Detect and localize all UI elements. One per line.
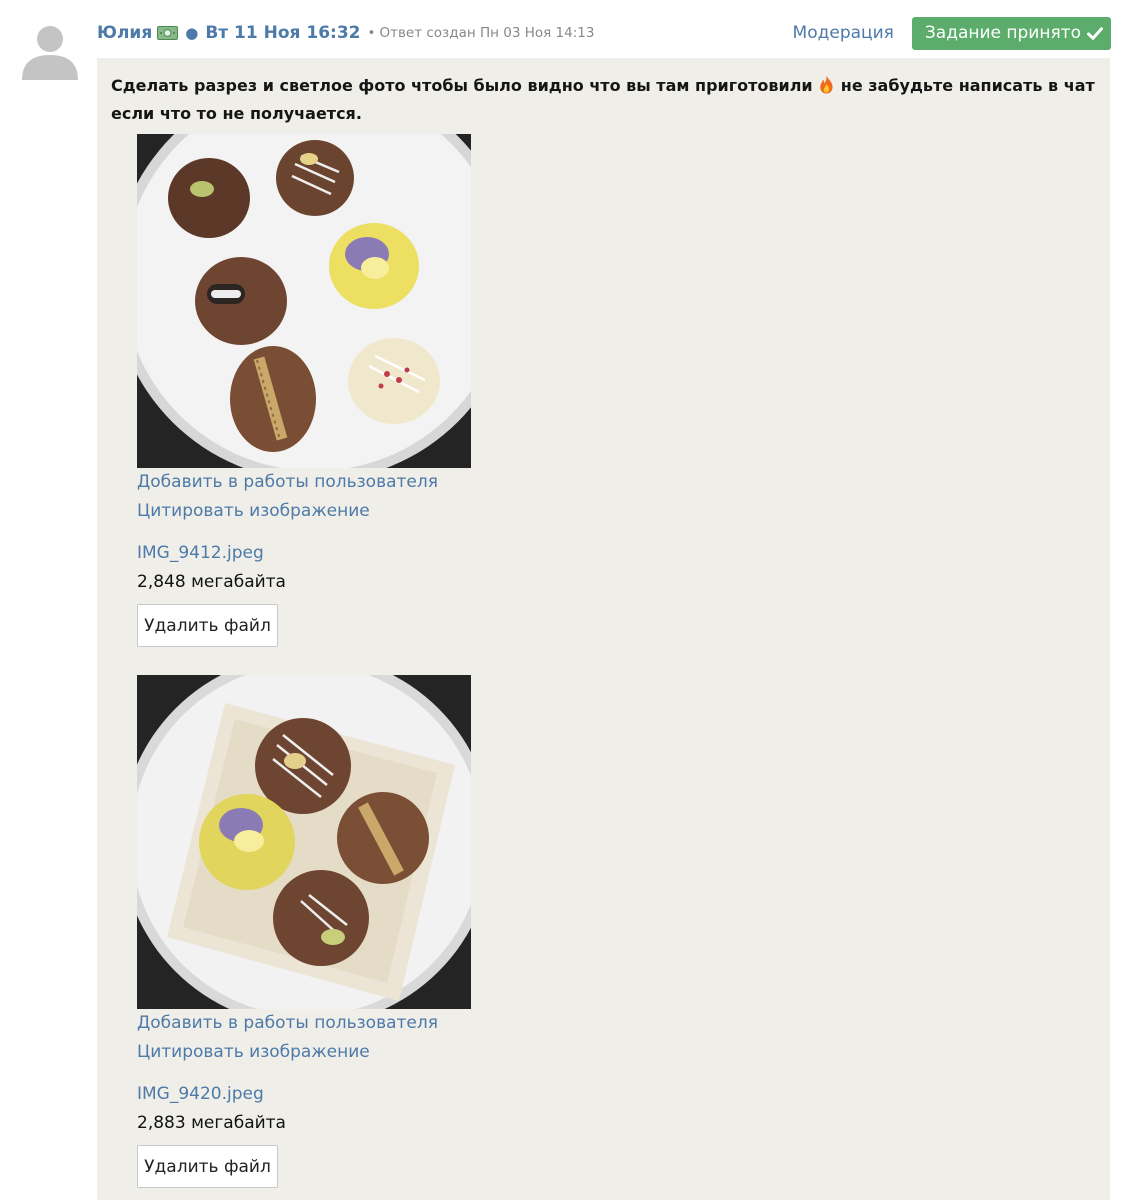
file-name-link[interactable]: IMG_9412.jpeg [137,539,557,568]
author-name[interactable]: Юлия [97,23,152,43]
task-accepted-label: Задание принято [924,23,1081,43]
task-text-part1: Сделать разрез и светлое фото чтобы было… [111,76,813,95]
attachment-2: Добавить в работы пользователя Цитироват… [137,675,557,1188]
add-to-works-link[interactable]: Добавить в работы пользователя [137,1009,557,1038]
comment-date[interactable]: Вт 11 Ноя 16:32 [205,23,360,43]
user-avatar [22,26,78,80]
task-accepted-button[interactable]: Задание принято [911,16,1111,50]
attachment-photo[interactable] [137,134,471,468]
attachment-1: Добавить в работы пользователя Цитироват… [137,134,557,647]
task-description: Сделать разрез и светлое фото чтобы было… [111,72,1096,128]
created-meta: • Ответ создан Пн 03 Ноя 14:13 [367,25,595,41]
attachment-photo[interactable] [137,675,471,1009]
file-size: 2,883 мегабайта [137,1113,286,1133]
delete-file-button[interactable]: Удалить файл [137,604,278,647]
quote-image-link[interactable]: Цитировать изображение [137,1038,557,1067]
money-icon [157,26,179,40]
fire-icon [820,75,833,94]
delete-file-button[interactable]: Удалить файл [137,1145,278,1188]
created-label: Ответ создан Пн 03 Ноя 14:13 [379,25,595,41]
comment-header: Юлия ● Вт 11 Ноя 16:32 • Ответ создан Пн … [97,16,1111,50]
quote-image-link[interactable]: Цитировать изображение [137,497,557,526]
add-to-works-link[interactable]: Добавить в работы пользователя [137,468,557,497]
file-name-link[interactable]: IMG_9420.jpeg [137,1080,557,1109]
file-size: 2,848 мегабайта [137,572,286,592]
moderation-link[interactable]: Модерация [793,23,894,43]
separator-dot: ● [185,24,199,42]
check-icon [1087,26,1103,40]
comment-body: Сделать разрез и светлое фото чтобы было… [97,58,1110,1200]
